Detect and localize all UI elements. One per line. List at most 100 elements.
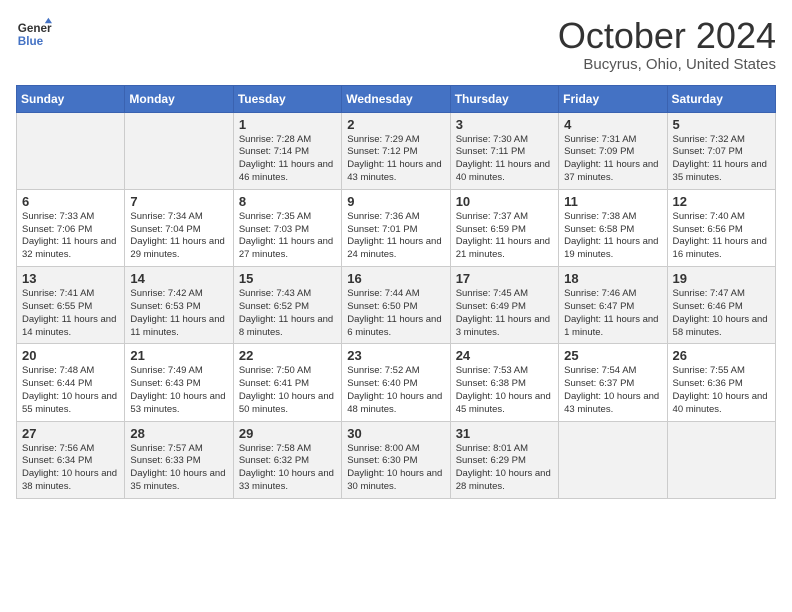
- day-number: 12: [673, 194, 770, 209]
- cell-content: Sunrise: 7:57 AMSunset: 6:33 PMDaylight:…: [130, 443, 227, 494]
- cell-content: Sunrise: 7:35 AMSunset: 7:03 PMDaylight:…: [239, 211, 336, 262]
- weekday-header-wednesday: Wednesday: [342, 85, 450, 112]
- cell-content: Sunrise: 7:55 AMSunset: 6:36 PMDaylight:…: [673, 365, 770, 416]
- day-number: 29: [239, 426, 336, 441]
- calendar-week-row: 1 Sunrise: 7:28 AMSunset: 7:14 PMDaylight…: [17, 112, 776, 189]
- cell-content: Sunrise: 7:44 AMSunset: 6:50 PMDaylight:…: [347, 288, 444, 339]
- page-header: General Blue October 2024 Bucyrus, Ohio,…: [16, 16, 776, 73]
- calendar-day-cell: 26 Sunrise: 7:55 AMSunset: 6:36 PMDayligh…: [667, 344, 775, 421]
- calendar-week-row: 13 Sunrise: 7:41 AMSunset: 6:55 PMDayligh…: [17, 267, 776, 344]
- cell-content: Sunrise: 7:53 AMSunset: 6:38 PMDaylight:…: [456, 365, 553, 416]
- svg-text:Blue: Blue: [18, 35, 44, 48]
- calendar-empty-cell: [667, 421, 775, 498]
- calendar-empty-cell: [559, 421, 667, 498]
- title-block: October 2024 Bucyrus, Ohio, United State…: [558, 16, 776, 73]
- logo-icon: General Blue: [16, 16, 52, 52]
- day-number: 9: [347, 194, 444, 209]
- day-number: 16: [347, 271, 444, 286]
- day-number: 11: [564, 194, 661, 209]
- month-title: October 2024: [558, 16, 776, 56]
- location-title: Bucyrus, Ohio, United States: [558, 56, 776, 73]
- calendar-day-cell: 4 Sunrise: 7:31 AMSunset: 7:09 PMDaylight…: [559, 112, 667, 189]
- day-number: 24: [456, 348, 553, 363]
- cell-content: Sunrise: 7:33 AMSunset: 7:06 PMDaylight:…: [22, 211, 119, 262]
- weekday-header-row: SundayMondayTuesdayWednesdayThursdayFrid…: [17, 85, 776, 112]
- cell-content: Sunrise: 7:49 AMSunset: 6:43 PMDaylight:…: [130, 365, 227, 416]
- calendar-day-cell: 27 Sunrise: 7:56 AMSunset: 6:34 PMDayligh…: [17, 421, 125, 498]
- day-number: 3: [456, 117, 553, 132]
- calendar-day-cell: 20Sunrise: 7:48 AMSunset: 6:44 PMDayligh…: [17, 344, 125, 421]
- calendar-day-cell: 21 Sunrise: 7:49 AMSunset: 6:43 PMDayligh…: [125, 344, 233, 421]
- calendar-empty-cell: [125, 112, 233, 189]
- cell-content: Sunrise: 7:47 AMSunset: 6:46 PMDaylight:…: [673, 288, 770, 339]
- cell-content: Sunrise: 7:41 AMSunset: 6:55 PMDaylight:…: [22, 288, 119, 339]
- calendar-day-cell: 2Sunrise: 7:29 AMSunset: 7:12 PMDaylight…: [342, 112, 450, 189]
- cell-content: Sunrise: 7:58 AMSunset: 6:32 PMDaylight:…: [239, 443, 336, 494]
- day-number: 31: [456, 426, 553, 441]
- day-number: 17: [456, 271, 553, 286]
- cell-content: Sunrise: 7:46 AMSunset: 6:47 PMDaylight:…: [564, 288, 661, 339]
- cell-content: Sunrise: 7:31 AMSunset: 7:09 PMDaylight:…: [564, 134, 661, 185]
- cell-content: Sunrise: 7:28 AMSunset: 7:14 PMDaylight:…: [239, 134, 336, 185]
- calendar-day-cell: 13 Sunrise: 7:41 AMSunset: 6:55 PMDayligh…: [17, 267, 125, 344]
- calendar-day-cell: 24 Sunrise: 7:53 AMSunset: 6:38 PMDayligh…: [450, 344, 558, 421]
- calendar-day-cell: 17Sunrise: 7:45 AMSunset: 6:49 PMDayligh…: [450, 267, 558, 344]
- calendar-week-row: 6Sunrise: 7:33 AMSunset: 7:06 PMDaylight…: [17, 189, 776, 266]
- calendar-day-cell: 9Sunrise: 7:36 AMSunset: 7:01 PMDaylight…: [342, 189, 450, 266]
- cell-content: Sunrise: 8:00 AMSunset: 6:30 PMDaylight:…: [347, 443, 444, 494]
- calendar-day-cell: 23Sunrise: 7:52 AMSunset: 6:40 PMDayligh…: [342, 344, 450, 421]
- cell-content: Sunrise: 7:38 AMSunset: 6:58 PMDaylight:…: [564, 211, 661, 262]
- calendar-day-cell: 29 Sunrise: 7:58 AMSunset: 6:32 PMDayligh…: [233, 421, 341, 498]
- cell-content: Sunrise: 7:34 AMSunset: 7:04 PMDaylight:…: [130, 211, 227, 262]
- day-number: 2: [347, 117, 444, 132]
- cell-content: Sunrise: 7:54 AMSunset: 6:37 PMDaylight:…: [564, 365, 661, 416]
- cell-content: Sunrise: 7:30 AMSunset: 7:11 PMDaylight:…: [456, 134, 553, 185]
- calendar-day-cell: 15Sunrise: 7:43 AMSunset: 6:52 PMDayligh…: [233, 267, 341, 344]
- weekday-header-thursday: Thursday: [450, 85, 558, 112]
- day-number: 4: [564, 117, 661, 132]
- weekday-header-friday: Friday: [559, 85, 667, 112]
- cell-content: Sunrise: 7:42 AMSunset: 6:53 PMDaylight:…: [130, 288, 227, 339]
- cell-content: Sunrise: 8:01 AMSunset: 6:29 PMDaylight:…: [456, 443, 553, 494]
- logo: General Blue: [16, 16, 52, 52]
- day-number: 7: [130, 194, 227, 209]
- day-number: 26: [673, 348, 770, 363]
- calendar-day-cell: 19 Sunrise: 7:47 AMSunset: 6:46 PMDayligh…: [667, 267, 775, 344]
- cell-content: Sunrise: 7:48 AMSunset: 6:44 PMDaylight:…: [22, 365, 119, 416]
- day-number: 5: [673, 117, 770, 132]
- day-number: 15: [239, 271, 336, 286]
- calendar-day-cell: 7 Sunrise: 7:34 AMSunset: 7:04 PMDaylight…: [125, 189, 233, 266]
- svg-text:General: General: [18, 22, 52, 35]
- day-number: 1: [239, 117, 336, 132]
- day-number: 18: [564, 271, 661, 286]
- day-number: 10: [456, 194, 553, 209]
- calendar-day-cell: 10 Sunrise: 7:37 AMSunset: 6:59 PMDayligh…: [450, 189, 558, 266]
- calendar-day-cell: 25Sunrise: 7:54 AMSunset: 6:37 PMDayligh…: [559, 344, 667, 421]
- day-number: 14: [130, 271, 227, 286]
- calendar-day-cell: 22Sunrise: 7:50 AMSunset: 6:41 PMDayligh…: [233, 344, 341, 421]
- calendar-day-cell: 11 Sunrise: 7:38 AMSunset: 6:58 PMDayligh…: [559, 189, 667, 266]
- calendar-week-row: 20Sunrise: 7:48 AMSunset: 6:44 PMDayligh…: [17, 344, 776, 421]
- calendar-day-cell: 18 Sunrise: 7:46 AMSunset: 6:47 PMDayligh…: [559, 267, 667, 344]
- cell-content: Sunrise: 7:37 AMSunset: 6:59 PMDaylight:…: [456, 211, 553, 262]
- calendar-day-cell: 6Sunrise: 7:33 AMSunset: 7:06 PMDaylight…: [17, 189, 125, 266]
- weekday-header-sunday: Sunday: [17, 85, 125, 112]
- calendar-day-cell: 28Sunrise: 7:57 AMSunset: 6:33 PMDayligh…: [125, 421, 233, 498]
- day-number: 21: [130, 348, 227, 363]
- calendar-table: SundayMondayTuesdayWednesdayThursdayFrid…: [16, 85, 776, 499]
- day-number: 13: [22, 271, 119, 286]
- cell-content: Sunrise: 7:40 AMSunset: 6:56 PMDaylight:…: [673, 211, 770, 262]
- calendar-empty-cell: [17, 112, 125, 189]
- calendar-day-cell: 8Sunrise: 7:35 AMSunset: 7:03 PMDaylight…: [233, 189, 341, 266]
- cell-content: Sunrise: 7:56 AMSunset: 6:34 PMDaylight:…: [22, 443, 119, 494]
- day-number: 30: [347, 426, 444, 441]
- weekday-header-monday: Monday: [125, 85, 233, 112]
- day-number: 19: [673, 271, 770, 286]
- weekday-header-saturday: Saturday: [667, 85, 775, 112]
- calendar-day-cell: 1 Sunrise: 7:28 AMSunset: 7:14 PMDaylight…: [233, 112, 341, 189]
- day-number: 27: [22, 426, 119, 441]
- calendar-day-cell: 12 Sunrise: 7:40 AMSunset: 6:56 PMDayligh…: [667, 189, 775, 266]
- calendar-day-cell: 3 Sunrise: 7:30 AMSunset: 7:11 PMDaylight…: [450, 112, 558, 189]
- day-number: 22: [239, 348, 336, 363]
- cell-content: Sunrise: 7:52 AMSunset: 6:40 PMDaylight:…: [347, 365, 444, 416]
